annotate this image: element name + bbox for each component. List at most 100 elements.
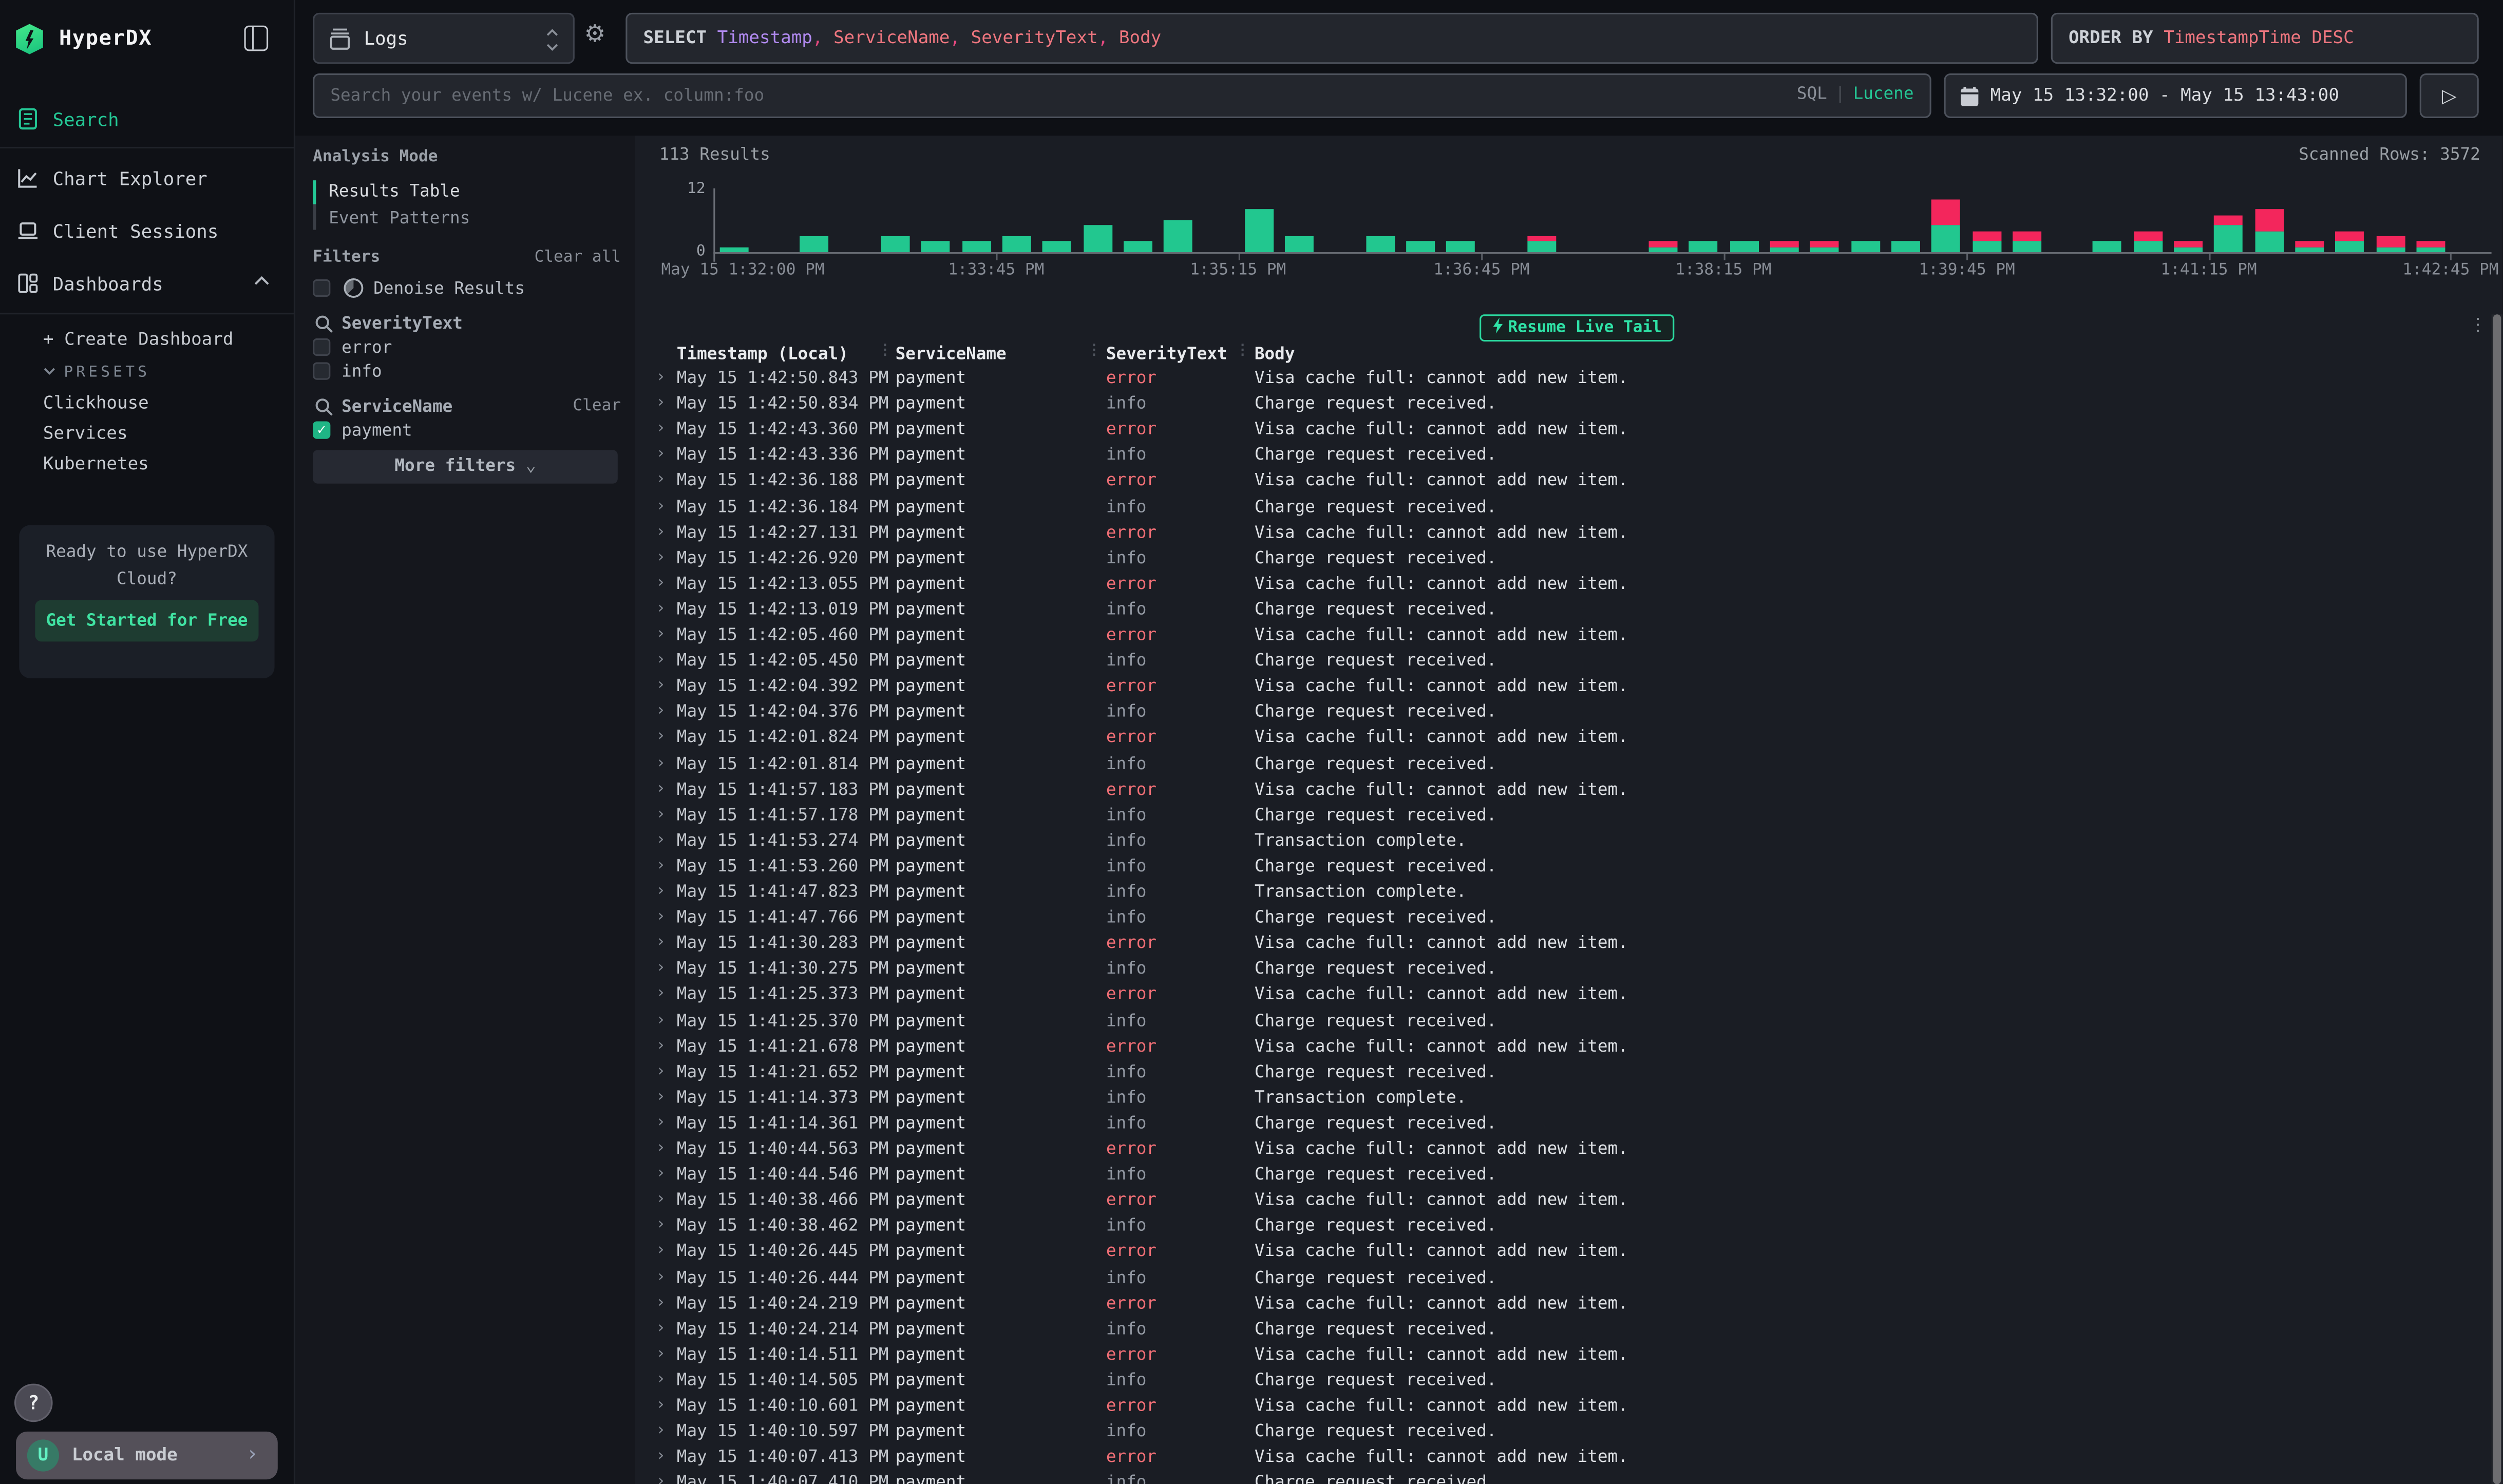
user-menu[interactable]: U Local mode › [16,1432,278,1479]
col-servicename[interactable]: ServiceName [896,345,1007,364]
clear-servicename-button[interactable]: Clear [573,397,621,415]
histogram-bar[interactable] [1285,236,1314,252]
row-chevron-icon[interactable]: › [656,1397,666,1414]
row-chevron-icon[interactable]: › [656,651,666,669]
histogram-bar[interactable] [1810,241,1839,252]
scrollbar-thumb[interactable] [2493,314,2501,1484]
log-row[interactable]: ›May 15 1:41:25.373 PMpaymenterrorVisa c… [635,984,2492,1010]
log-row[interactable]: ›May 15 1:40:24.214 PMpaymentinfoCharge … [635,1318,2492,1343]
histogram-bar[interactable] [2417,241,2445,252]
log-row[interactable]: ›May 15 1:40:38.466 PMpaymenterrorVisa c… [635,1189,2492,1215]
row-chevron-icon[interactable]: › [656,446,666,463]
row-chevron-icon[interactable]: › [656,934,666,952]
mode-results-table[interactable]: Results Table [329,182,460,201]
row-chevron-icon[interactable]: › [656,1216,666,1234]
row-chevron-icon[interactable]: › [656,1242,666,1260]
row-chevron-icon[interactable]: › [656,1062,666,1080]
col-resize-handle[interactable]: ⋮ [1087,343,1102,359]
denoise-checkbox[interactable] [313,279,330,297]
log-row[interactable]: ›May 15 1:41:57.183 PMpaymenterrorVisa c… [635,778,2492,804]
row-chevron-icon[interactable]: › [656,806,666,823]
row-chevron-icon[interactable]: › [656,728,666,746]
log-row[interactable]: ›May 15 1:40:38.462 PMpaymentinfoCharge … [635,1215,2492,1241]
log-row[interactable]: ›May 15 1:40:44.546 PMpaymentinfoCharge … [635,1164,2492,1189]
row-chevron-icon[interactable]: › [656,754,666,772]
row-chevron-icon[interactable]: › [656,1345,666,1362]
row-chevron-icon[interactable]: › [656,1474,666,1484]
row-chevron-icon[interactable]: › [656,1011,666,1029]
log-row[interactable]: ›May 15 1:42:05.460 PMpaymenterrorVisa c… [635,624,2492,650]
histogram-bar[interactable] [2013,231,2041,252]
histogram-bar[interactable] [1648,241,1677,252]
row-chevron-icon[interactable]: › [656,548,666,566]
log-row[interactable]: ›May 15 1:41:21.678 PMpaymenterrorVisa c… [635,1035,2492,1061]
histogram-bar[interactable] [1002,236,1031,252]
log-row[interactable]: ›May 15 1:41:53.274 PMpaymentinfoTransac… [635,830,2492,855]
row-chevron-icon[interactable]: › [656,702,666,720]
row-chevron-icon[interactable]: › [656,1114,666,1131]
row-chevron-icon[interactable]: › [656,1191,666,1208]
clear-all-filters-button[interactable]: Clear all [535,249,621,267]
col-body[interactable]: Body [1255,345,1295,364]
collapse-sidebar-icon[interactable] [244,26,269,51]
log-row[interactable]: ›May 15 1:40:26.444 PMpaymentinfoCharge … [635,1266,2492,1292]
col-severitytext[interactable]: SeverityText [1106,345,1227,364]
source-select[interactable]: Logs [313,13,575,64]
histogram-bar[interactable] [1366,236,1395,252]
histogram-bar[interactable] [1689,241,1718,252]
log-row[interactable]: ›May 15 1:42:04.392 PMpaymenterrorVisa c… [635,675,2492,701]
sidebar-item-chart-explorer[interactable]: Chart Explorer [0,160,295,201]
histogram-bar[interactable] [2093,241,2122,252]
log-row[interactable]: ›May 15 1:42:13.019 PMpaymentinfoCharge … [635,598,2492,624]
log-row[interactable]: ›May 15 1:41:47.823 PMpaymentinfoTransac… [635,881,2492,907]
get-started-button[interactable]: Get Started for Free [35,600,258,642]
vertical-scrollbar[interactable] [2492,314,2503,1484]
log-row[interactable]: ›May 15 1:40:07.413 PMpaymenterrorVisa c… [635,1446,2492,1472]
row-chevron-icon[interactable]: › [656,857,666,874]
histogram-bar[interactable] [1730,241,1758,252]
log-row[interactable]: ›May 15 1:42:50.834 PMpaymentinfoCharge … [635,393,2492,418]
log-row[interactable]: ›May 15 1:42:01.824 PMpaymenterrorVisa c… [635,727,2492,752]
col-timestamp[interactable]: Timestamp (Local) [677,345,848,364]
row-chevron-icon[interactable]: › [656,960,666,977]
table-options-kebab-icon[interactable]: ⋮ [2469,314,2487,335]
sidebar-item-search[interactable]: Search [0,101,295,142]
sql-mode[interactable]: SQL [1797,85,1827,104]
log-row[interactable]: ›May 15 1:40:10.601 PMpaymenterrorVisa c… [635,1395,2492,1420]
help-button[interactable]: ? [14,1384,53,1422]
log-row[interactable]: ›May 15 1:42:27.131 PMpaymenterrorVisa c… [635,521,2492,547]
row-chevron-icon[interactable]: › [656,1422,666,1440]
log-row[interactable]: ›May 15 1:42:01.814 PMpaymentinfoCharge … [635,752,2492,778]
row-chevron-icon[interactable]: › [656,471,666,489]
log-row[interactable]: ›May 15 1:41:47.766 PMpaymentinfoCharge … [635,907,2492,933]
row-chevron-icon[interactable]: › [656,677,666,694]
col-resize-handle[interactable]: ⋮ [878,343,892,359]
sidebar-item-client-sessions[interactable]: Client Sessions [0,212,295,254]
filter-checkbox-payment[interactable]: ✓ [313,422,330,439]
sidebar-preset-clickhouse[interactable]: Clickhouse [43,393,149,413]
row-chevron-icon[interactable]: › [656,831,666,849]
histogram-bar[interactable] [2214,215,2243,253]
resume-live-tail-button[interactable]: Resume Live Tail [1480,314,1674,341]
histogram-bar[interactable] [1972,231,2001,252]
time-range-picker[interactable]: May 15 13:32:00 - May 15 13:43:00 [1944,73,2407,118]
histogram-bar[interactable] [1770,241,1799,252]
logo[interactable]: HyperDX [16,23,279,61]
row-chevron-icon[interactable]: › [656,497,666,515]
events-histogram[interactable]: 12 0 May 15 1:32:00 PM1:33:45 PM1:35:15 … [635,174,2502,279]
log-row[interactable]: ›May 15 1:42:43.336 PMpaymentinfoCharge … [635,444,2492,470]
histogram-bar[interactable] [1851,241,1880,252]
histogram-bar[interactable] [1406,241,1435,252]
histogram-bar[interactable] [2134,231,2163,252]
histogram-bar[interactable] [1164,220,1192,252]
lucene-mode[interactable]: Lucene [1853,85,1914,104]
row-chevron-icon[interactable]: › [656,1268,666,1285]
sidebar-item-dashboards[interactable]: Dashboards [0,265,295,307]
log-row[interactable]: ›May 15 1:40:44.563 PMpaymenterrorVisa c… [635,1138,2492,1164]
log-row[interactable]: ›May 15 1:41:30.275 PMpaymentinfoCharge … [635,958,2492,984]
histogram-bar[interactable] [1042,241,1071,252]
row-chevron-icon[interactable]: › [656,1293,666,1311]
histogram-bar[interactable] [1123,241,1152,252]
log-row[interactable]: ›May 15 1:41:14.373 PMpaymentinfoTransac… [635,1087,2492,1112]
log-row[interactable]: ›May 15 1:42:26.920 PMpaymentinfoCharge … [635,547,2492,573]
